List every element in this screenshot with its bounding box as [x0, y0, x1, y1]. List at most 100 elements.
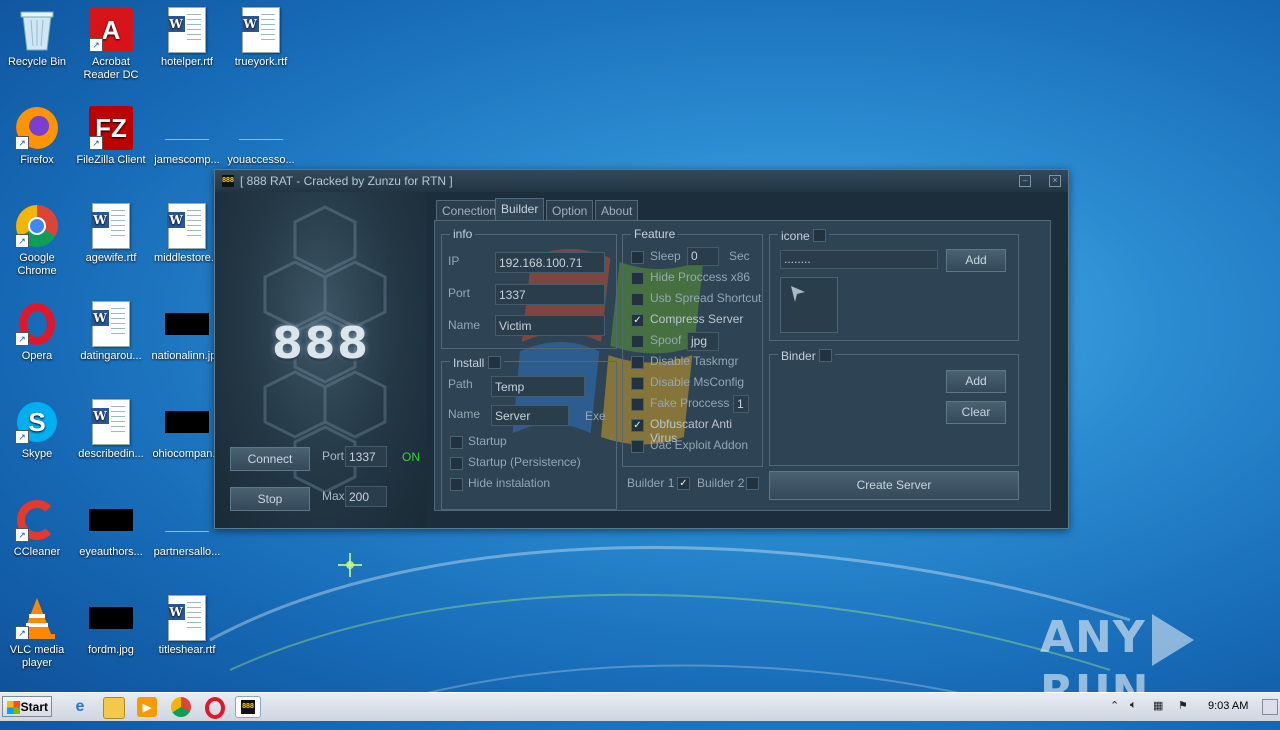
start-button[interactable]: Start [2, 696, 52, 717]
builder-port-field[interactable]: 1337 [495, 284, 605, 305]
shortcut-arrow-icon: ↗ [89, 136, 103, 150]
spoof-label: Spoof [650, 333, 682, 347]
desktop-icon-recycle-bin[interactable]: Recycle Bin [0, 8, 74, 69]
hide-process-checkbox[interactable] [631, 272, 644, 285]
tab-option[interactable]: Option [546, 200, 594, 221]
icon-label: middlestore... [153, 252, 221, 264]
disable-msconfig-checkbox[interactable] [631, 377, 644, 390]
spoof-extension-field[interactable]: jpg [687, 332, 719, 351]
desktop-icon-trueyork[interactable]: W trueyork.rtf [224, 7, 298, 69]
action-center-flag-icon[interactable]: ⚑ [1178, 699, 1188, 712]
desktop-icon-describedin[interactable]: W describedin... [74, 399, 148, 461]
max-connections-field[interactable]: 200 [345, 486, 387, 507]
clock[interactable]: 9:03 AM [1208, 700, 1248, 712]
desktop-icon-chrome[interactable]: ↗ Google Chrome [0, 204, 74, 278]
close-button[interactable]: × [1049, 175, 1061, 187]
icon-label: youaccesso... [227, 154, 295, 166]
compress-server-checkbox[interactable]: ✓ [631, 314, 644, 327]
desktop-icon-eyeauthors[interactable]: eyeauthors... [74, 498, 148, 559]
info-group: info IP 192.168.100.71 Port 1337 Name Vi… [441, 227, 617, 349]
minimize-button[interactable]: – [1019, 175, 1031, 187]
fake-process-count-field[interactable]: 1 [733, 395, 749, 413]
desktop-icon-skype[interactable]: S ↗ Skype [0, 400, 74, 461]
desktop-icon-datingarou[interactable]: W datingarou... [74, 301, 148, 363]
builder1-checkbox[interactable]: ✓ [677, 477, 690, 490]
builder2-checkbox[interactable] [746, 477, 759, 490]
sleep-seconds-field[interactable]: 0 [687, 247, 719, 266]
icon-label: Opera [21, 350, 53, 362]
binder-add-button[interactable]: Add [946, 370, 1006, 393]
info-title: info [450, 227, 476, 241]
icon-path-field[interactable]: ........ [780, 250, 938, 269]
desktop-icon-agewife[interactable]: W agewife.rtf [74, 203, 148, 265]
image-thumbnail-icon [89, 509, 133, 531]
logo-888: 888 [272, 318, 370, 369]
connect-button[interactable]: Connect [230, 447, 310, 471]
startup-checkbox[interactable] [450, 436, 463, 449]
desktop-icon-acrobat[interactable]: A ↗ Acrobat Reader DC [74, 8, 148, 82]
media-player-icon[interactable]: ▶ [137, 697, 157, 717]
disable-msconfig-label: Disable MsConfig [650, 375, 745, 389]
internet-explorer-icon[interactable]: e [70, 697, 90, 717]
desktop-icon-partnersallo[interactable]: partnersallo... [150, 498, 224, 559]
shortcut-arrow-icon: ↗ [89, 38, 103, 52]
create-server-button[interactable]: Create Server [769, 471, 1019, 500]
desktop-icon-jamescomp[interactable]: jamescomp... [150, 106, 224, 167]
tab-conection[interactable]: Conection [436, 200, 503, 221]
desktop-icon-fordm[interactable]: fordm.jpg [74, 596, 148, 657]
desktop-icon-nationalinn[interactable]: nationalinn.jpg [150, 302, 224, 363]
builder-port-label: Port [448, 286, 471, 300]
titlebar[interactable]: 888 [ 888 RAT - Cracked by Zunzu for RTN… [215, 170, 1068, 192]
desktop-icon-titleshear[interactable]: W titleshear.rtf [150, 595, 224, 657]
obfuscator-checkbox[interactable]: ✓ [631, 419, 644, 432]
spoof-checkbox[interactable] [631, 335, 644, 348]
hide-process-label: Hide Proccess x86 [650, 270, 751, 284]
install-group: Install Path Temp Name Server Exe Startu… [441, 354, 617, 510]
startup-label: Startup [468, 434, 507, 448]
rat-app-taskbar-button[interactable]: 888 [235, 696, 261, 718]
uac-exploit-checkbox[interactable] [631, 440, 644, 453]
icon-label: jamescomp... [154, 154, 220, 166]
sleep-checkbox[interactable] [631, 251, 644, 264]
sleep-label: Sleep [650, 249, 681, 263]
usb-spread-label: Usb Spread Shortcut [650, 291, 762, 305]
desktop-icon-opera[interactable]: ↗ Opera [0, 302, 74, 363]
icone-checkbox[interactable] [813, 229, 827, 242]
desktop-icon-firefox[interactable]: ↗ Firefox [0, 106, 74, 167]
install-checkbox[interactable] [487, 356, 501, 369]
icon-label: VLC media player [9, 644, 65, 669]
chrome-icon[interactable] [171, 697, 191, 717]
usb-spread-checkbox[interactable] [631, 293, 644, 306]
opera-icon[interactable] [205, 697, 225, 719]
listen-port-field[interactable]: 1337 [345, 446, 387, 467]
stop-button[interactable]: Stop [230, 487, 310, 511]
binder-checkbox[interactable] [819, 349, 833, 362]
install-path-field[interactable]: Temp [491, 376, 585, 397]
disable-taskmgr-checkbox[interactable] [631, 356, 644, 369]
desktop-icon-ccleaner[interactable]: ↗ CCleaner [0, 498, 74, 559]
server-name-field[interactable]: Server [491, 405, 569, 426]
desktop-icon-filezilla[interactable]: FZ ↗ FileZilla Client [74, 106, 148, 167]
fake-process-checkbox[interactable] [631, 398, 644, 411]
desktop-icon-middlestore[interactable]: W middlestore... [150, 203, 224, 265]
hide-installation-label: Hide instalation [468, 476, 551, 490]
show-hidden-icons-icon[interactable]: ⌃ [1110, 699, 1119, 712]
startup-persistence-checkbox[interactable] [450, 457, 463, 470]
tab-about[interactable]: About [595, 200, 639, 221]
desktop-icon-ohiocompan[interactable]: ohiocompan... [150, 400, 224, 461]
hide-installation-checkbox[interactable] [450, 478, 463, 491]
network-icon[interactable]: ▦ [1153, 699, 1163, 712]
ip-field[interactable]: 192.168.100.71 [495, 252, 605, 273]
victim-name-field[interactable]: Victim [495, 315, 605, 336]
desktop-icon-hotelper[interactable]: W hotelper.rtf [150, 7, 224, 69]
icone-add-button[interactable]: Add [946, 249, 1006, 272]
tab-builder[interactable]: Builder [495, 198, 545, 222]
volume-icon[interactable]: 🔈︎ [1130, 699, 1137, 712]
binder-clear-button[interactable]: Clear [946, 401, 1006, 424]
icon-label: hotelper.rtf [161, 56, 213, 68]
desktop-icon-youaccesso[interactable]: youaccesso... [224, 106, 298, 167]
show-desktop-button[interactable] [1262, 699, 1278, 715]
word-doc-icon: W [91, 399, 130, 445]
file-explorer-icon[interactable] [103, 697, 125, 719]
desktop-icon-vlc[interactable]: ↗ VLC media player [0, 596, 74, 670]
